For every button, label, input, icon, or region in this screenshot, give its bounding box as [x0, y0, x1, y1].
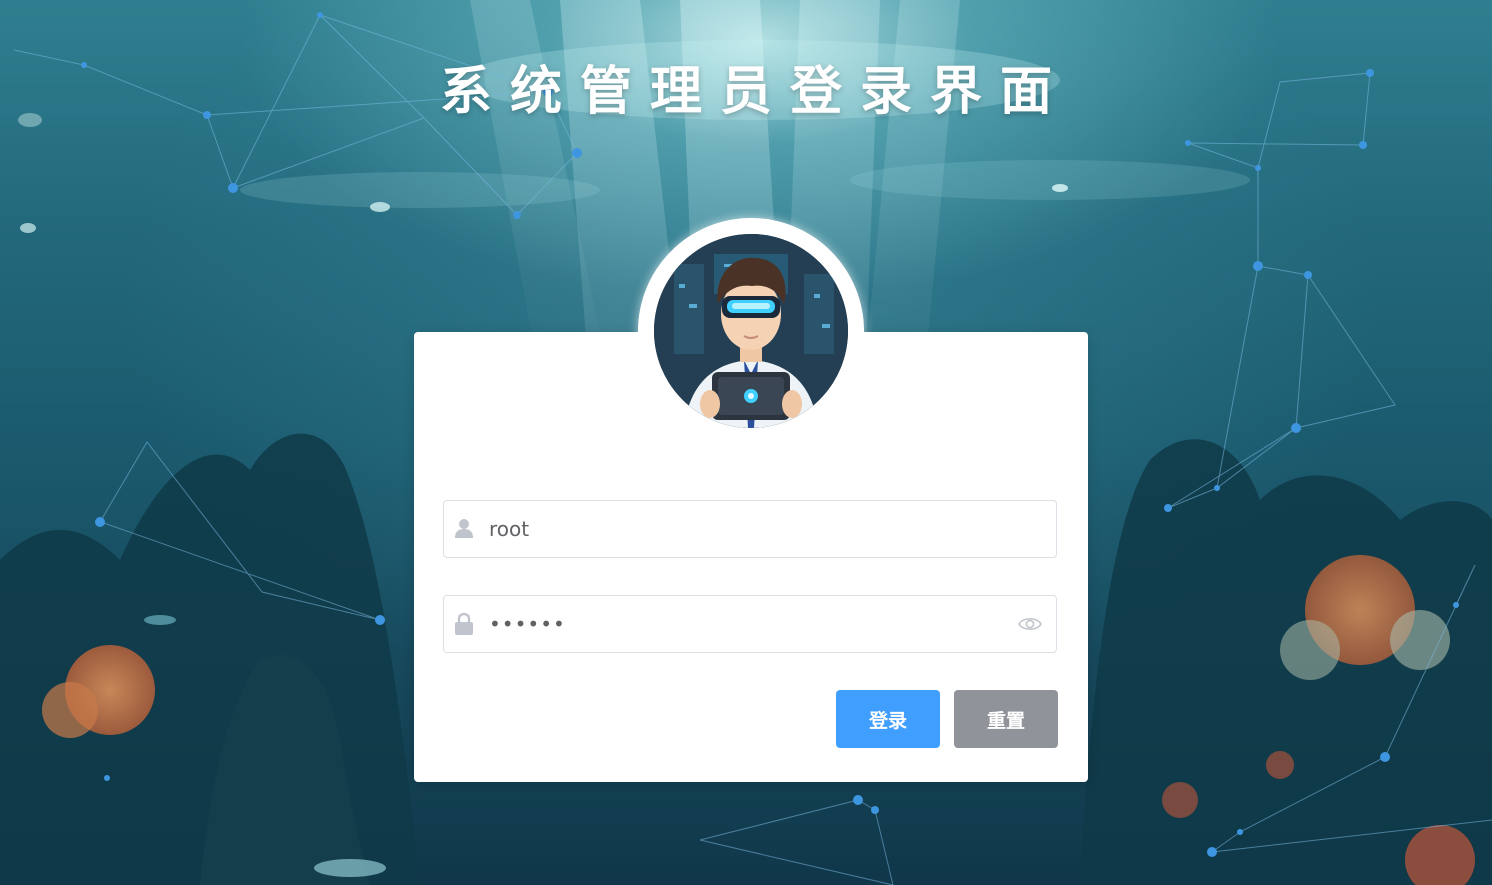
password-field[interactable] [443, 595, 1057, 653]
username-field[interactable] [443, 500, 1057, 558]
login-page: 系统管理员登录界面 root •••••• 登录 重置 [0, 0, 1492, 885]
password-input[interactable] [489, 596, 1009, 652]
user-icon [454, 518, 474, 540]
login-button[interactable]: 登录 [836, 690, 940, 748]
eye-icon[interactable] [1018, 614, 1042, 634]
avatar-vr-icon [654, 234, 848, 428]
username-input[interactable] [489, 501, 1009, 557]
reset-button[interactable]: 重置 [954, 690, 1058, 748]
avatar-frame [638, 218, 864, 444]
lock-icon [454, 612, 474, 635]
page-title: 系统管理员登录界面 [439, 61, 1070, 122]
avatar [654, 234, 848, 428]
